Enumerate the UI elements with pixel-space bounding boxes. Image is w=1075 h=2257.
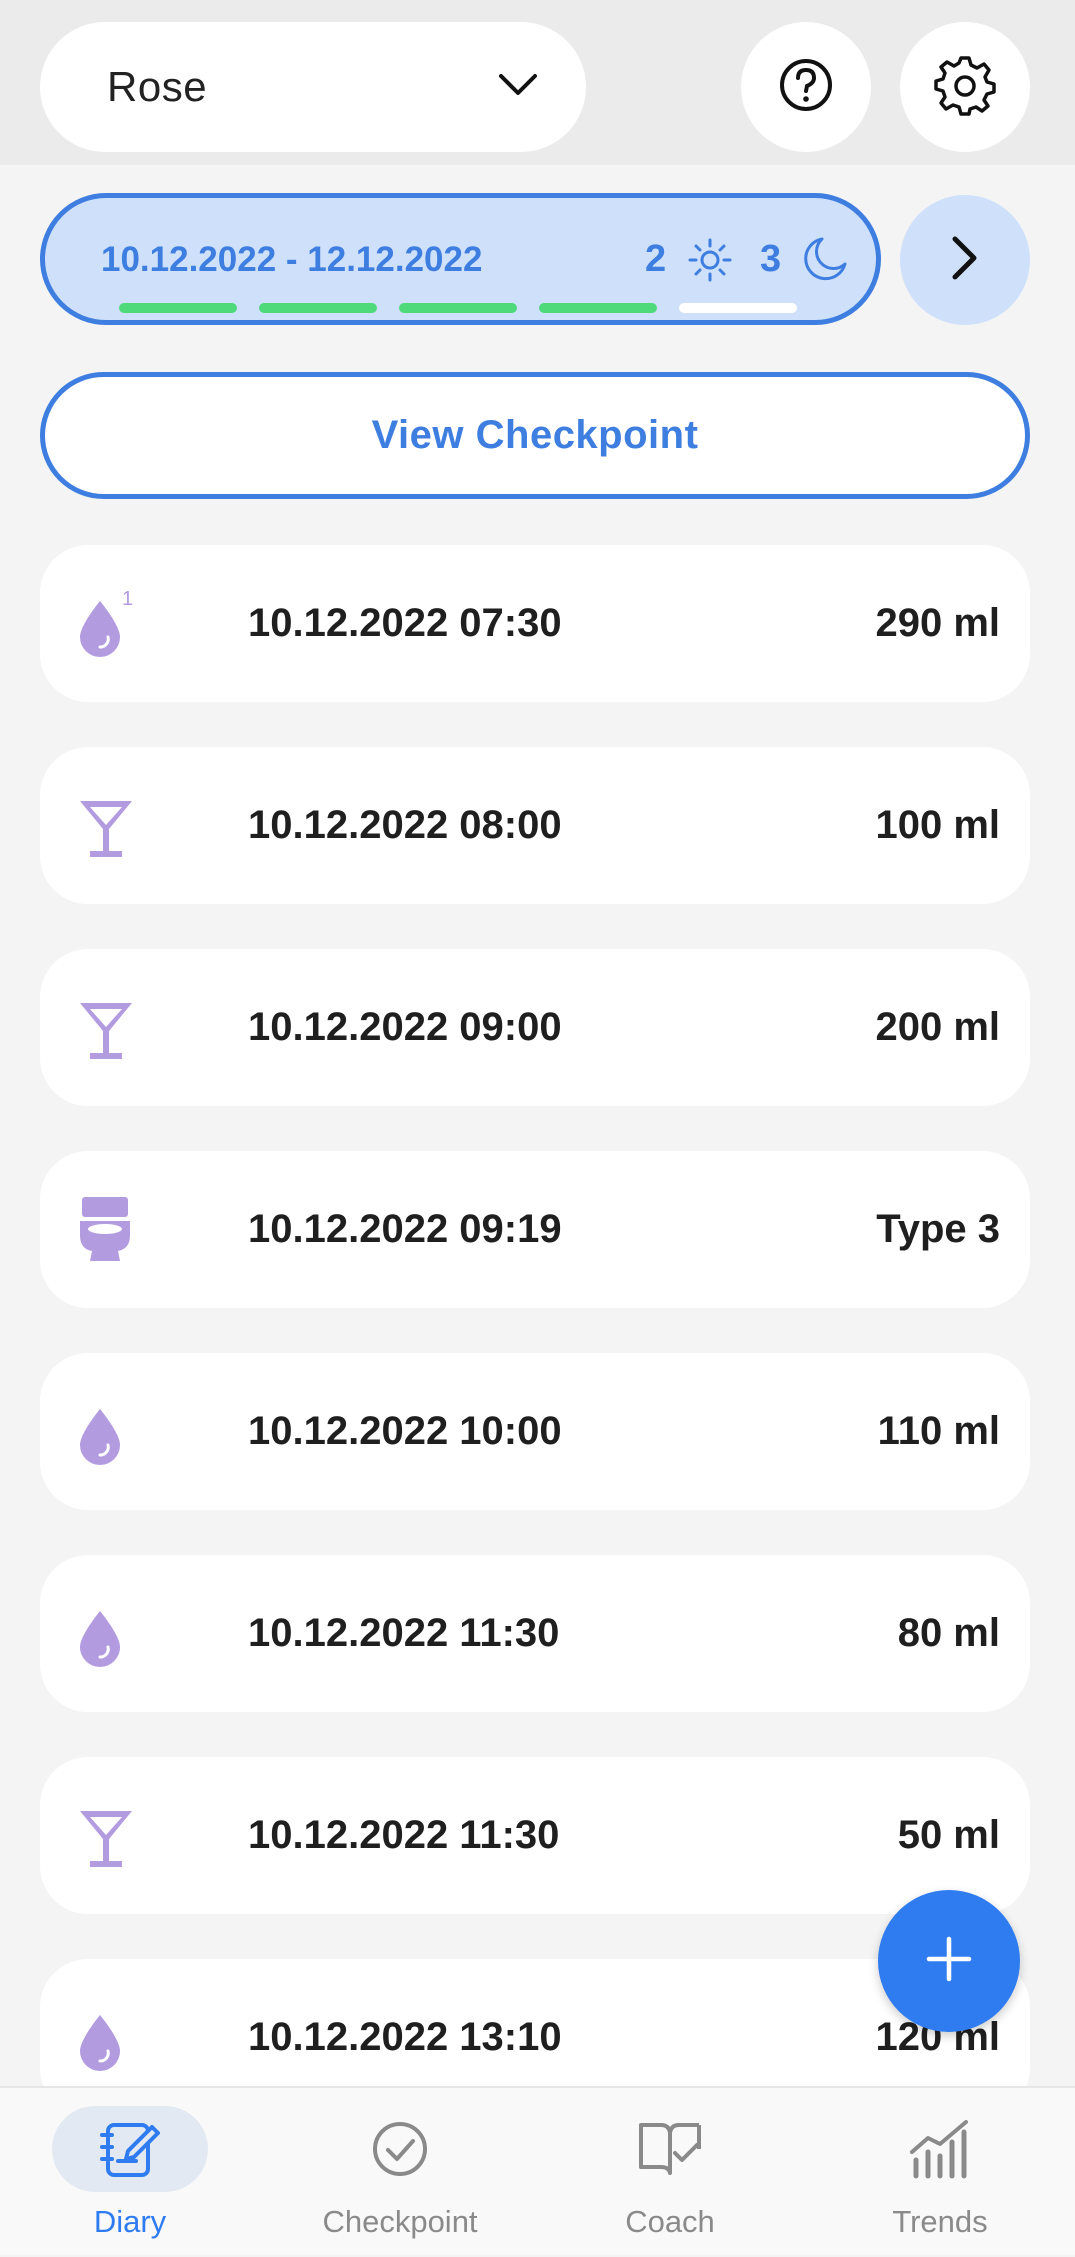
entry-value: 50 ml [897, 1813, 1000, 1857]
entry-datetime: 10.12.2022 13:10 [248, 2015, 562, 2059]
sun-icon [686, 236, 734, 289]
drop-icon [78, 1999, 138, 2075]
gear-icon [934, 54, 996, 121]
period-progress [119, 303, 797, 313]
svg-text:1: 1 [122, 588, 133, 610]
chevron-right-icon [950, 235, 980, 286]
moon-icon [800, 234, 850, 289]
next-period-button[interactable] [900, 195, 1030, 325]
list-item[interactable]: 10.12.2022 09:19 Type 3 [40, 1151, 1030, 1308]
book-check-icon [592, 2106, 748, 2192]
drop-icon [78, 1393, 138, 1469]
progress-segment [259, 303, 377, 313]
toilet-icon [78, 1191, 138, 1267]
list-item[interactable]: 10.12.2022 08:00 100 ml [40, 747, 1030, 904]
entry-datetime: 10.12.2022 10:00 [248, 1409, 562, 1453]
entry-value: Type 3 [876, 1207, 1000, 1251]
period-range: 10.12.2022 - 12.12.2022 [101, 240, 483, 279]
nav-trends[interactable]: Trends [840, 2088, 1040, 2257]
entry-value: 200 ml [875, 1005, 1000, 1049]
entry-value: 110 ml [877, 1409, 1000, 1453]
plus-icon [923, 1933, 975, 1990]
help-circle-icon [778, 57, 834, 118]
list-item[interactable]: 10.12.2022 11:30 50 ml [40, 1757, 1030, 1914]
list-item[interactable]: 10.12.2022 10:00 110 ml [40, 1353, 1030, 1510]
entry-datetime: 10.12.2022 09:19 [248, 1207, 562, 1251]
nav-label: Diary [93, 2204, 167, 2239]
progress-segment [679, 303, 797, 313]
entry-value: 80 ml [897, 1611, 1000, 1655]
profile-select-value: Rose [107, 63, 208, 110]
settings-button[interactable] [900, 22, 1030, 152]
nav-checkpoint[interactable]: Checkpoint [300, 2088, 500, 2257]
bottom-navigation: Diary Checkpoint Coach Trends [0, 2086, 1075, 2255]
drop-icon [78, 1595, 138, 1671]
night-count: 3 [760, 238, 782, 280]
bar-chart-icon [862, 2106, 1018, 2192]
progress-segment [119, 303, 237, 313]
cocktail-glass-icon [78, 989, 138, 1065]
entry-datetime: 10.12.2022 08:00 [248, 803, 562, 847]
list-item[interactable]: 10.12.2022 09:00 200 ml [40, 949, 1030, 1106]
list-item[interactable]: 1 10.12.2022 07:30 290 ml [40, 545, 1030, 702]
progress-segment [399, 303, 517, 313]
add-entry-button[interactable] [878, 1890, 1020, 2032]
entry-datetime: 10.12.2022 07:30 [248, 601, 562, 645]
diary-icon [52, 2106, 208, 2192]
entry-datetime: 10.12.2022 11:30 [248, 1611, 560, 1655]
nav-label: Checkpoint [322, 2204, 478, 2239]
entry-value: 100 ml [875, 803, 1000, 847]
help-button[interactable] [741, 22, 871, 152]
progress-segment [539, 303, 657, 313]
cocktail-glass-icon [78, 1797, 138, 1873]
nav-coach[interactable]: Coach [570, 2088, 770, 2257]
nav-label: Coach [625, 2204, 715, 2239]
profile-select[interactable]: Rose [40, 22, 586, 152]
nav-label: Trends [892, 2204, 988, 2239]
period-selector[interactable]: 10.12.2022 - 12.12.2022 2 3 [40, 193, 881, 325]
nav-diary[interactable]: Diary [30, 2088, 230, 2257]
view-checkpoint-button[interactable]: View Checkpoint [40, 372, 1030, 499]
cocktail-glass-icon [78, 787, 138, 863]
chevron-down-icon [498, 72, 538, 103]
entry-datetime: 10.12.2022 09:00 [248, 1005, 562, 1049]
entry-value: 290 ml [875, 601, 1000, 645]
list-item[interactable]: 10.12.2022 11:30 80 ml [40, 1555, 1030, 1712]
entry-datetime: 10.12.2022 11:30 [248, 1813, 560, 1857]
check-circle-icon [322, 2106, 478, 2192]
drop-1-icon: 1 [78, 585, 138, 661]
day-count: 2 [645, 238, 667, 280]
